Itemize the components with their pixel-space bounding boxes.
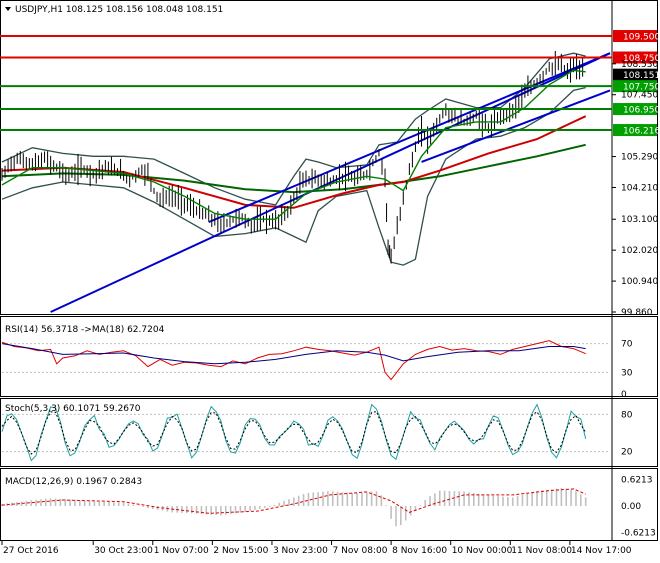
channel-line-3 xyxy=(208,52,611,224)
x-tick-label: 14 Nov 17:00 xyxy=(571,546,632,556)
price-tick-label: 102.020 xyxy=(621,246,658,256)
x-tick-label: 27 Oct 2016 xyxy=(3,546,59,556)
x-tick-label: 8 Nov 16:00 xyxy=(392,546,447,556)
price-panel-frame xyxy=(0,0,658,315)
macd-tick-label: 0.6213 xyxy=(621,475,653,485)
price-tick-label: 105.290 xyxy=(621,153,658,163)
price-tick-label: 108.530 xyxy=(621,60,658,70)
stoch-tick-label: 20 xyxy=(621,448,633,458)
price-panel-title: USDJPY,H1 108.125 108.156 108.048 108.15… xyxy=(15,5,223,15)
stoch-tick-label: 80 xyxy=(621,410,633,420)
price-tick-label: 104.210 xyxy=(621,183,658,193)
x-tick-label: 1 Nov 07:00 xyxy=(154,546,209,556)
rsi-line xyxy=(1,340,586,381)
stoch-panel-title: Stoch(5,3,3) 60.1071 59.2670 xyxy=(5,404,141,414)
rsi-series xyxy=(1,340,610,381)
price-tick-label: 100.940 xyxy=(621,277,658,287)
x-tick-label: 30 Oct 23:00 xyxy=(94,546,153,556)
rsi-tick-label: 70 xyxy=(621,340,633,350)
x-axis-ticks: 27 Oct 2016 30 Oct 23:00 1 Nov 07:00 2 Nov … xyxy=(1,541,632,556)
chart-canvas: 109.500108.750108.151107.750106.950106.2… xyxy=(0,0,660,556)
x-tick-label: 11 Nov 08:00 xyxy=(511,546,572,556)
rsi-tick-label: 30 xyxy=(621,368,633,378)
x-tick-label: 7 Nov 08:00 xyxy=(333,546,388,556)
price-tick-label: 103.100 xyxy=(621,215,658,225)
rsi-tick-label: 0 xyxy=(621,390,627,400)
price-tick-label: 99.860 xyxy=(621,308,653,318)
macd-tick-label: -0.6213 xyxy=(621,529,656,539)
level-lines: 109.500108.750108.151107.750106.950106.2… xyxy=(0,30,660,137)
level-tag-label: 109.500 xyxy=(623,33,660,43)
macd-panel-title: MACD(12,26,9) 0.1967 0.2843 xyxy=(5,477,142,487)
x-tick-label: 3 Nov 23:00 xyxy=(273,546,328,556)
trading-chart: 109.500 108.750 108.151 107.750 106.950 106.2… xyxy=(0,0,660,560)
x-tick-label: 10 Nov 00:00 xyxy=(452,546,513,556)
macd-series xyxy=(1,488,587,527)
x-tick-label: 2 Nov 15:00 xyxy=(213,546,268,556)
level-tag-label: 106.216 xyxy=(623,127,660,137)
level-tag-label: 106.950 xyxy=(623,106,660,116)
price-tick-label: 107.450 xyxy=(621,91,658,101)
level-tag-label: 108.151 xyxy=(623,71,660,81)
rsi-panel-title: RSI(14) 56.3718 ->MA(18) 62.7204 xyxy=(5,325,165,335)
macd-tick-label: 0.00 xyxy=(621,502,641,512)
dropdown-arrow-icon[interactable] xyxy=(5,7,11,11)
price-series xyxy=(1,50,611,313)
